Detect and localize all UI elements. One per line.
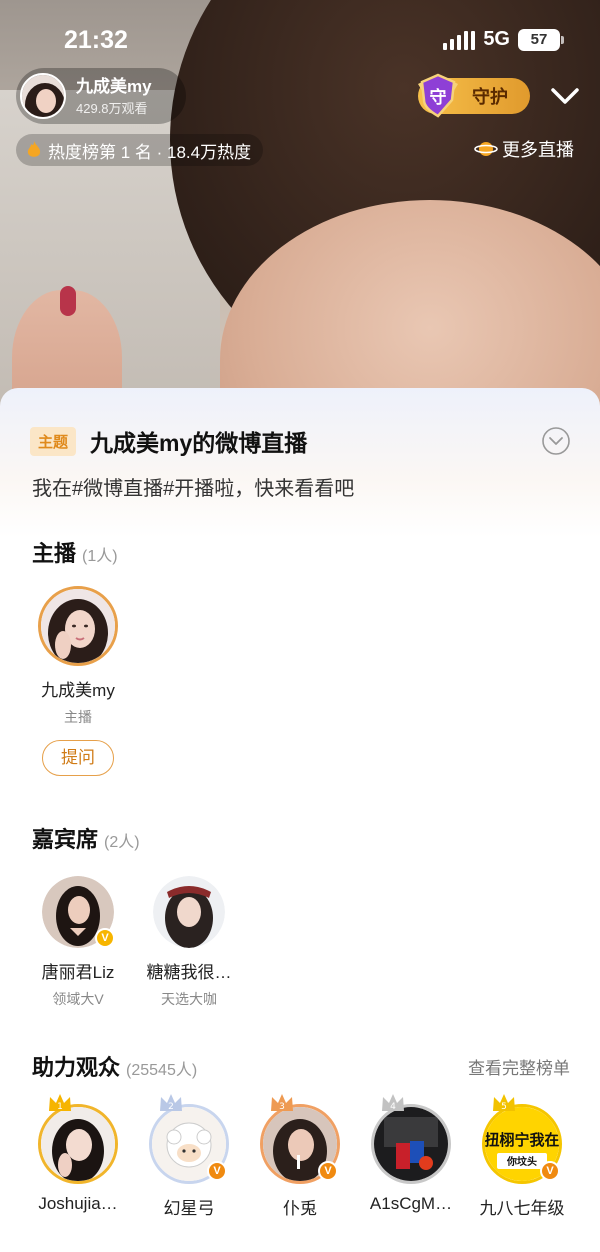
guest-name: 糖糖我很… [146, 963, 232, 982]
audience-avatar[interactable]: 1 [38, 1094, 118, 1184]
planet-icon [474, 142, 498, 156]
avatar-subtext: 你坟头 [506, 1155, 537, 1168]
guard-button[interactable]: 守 守护 [418, 73, 530, 118]
topic-row: 主题 九成美my的微博直播 [30, 424, 307, 458]
audience-avatar[interactable]: 3 V [260, 1094, 340, 1184]
host-section-title: 主播 (1人) [32, 541, 118, 566]
guest-sub: 领域大V [52, 991, 104, 1007]
audience-name: 幻星弓 [163, 1199, 215, 1218]
crown-bronze-icon: 3 [271, 1094, 293, 1112]
svg-text:5: 5 [501, 1102, 507, 1112]
crown-gold-icon: 1 [49, 1094, 71, 1112]
ask-question-button[interactable]: 提问 [42, 740, 114, 776]
guard-label: 守护 [472, 87, 508, 107]
verified-badge-icon: V [207, 1161, 227, 1181]
svg-text:1: 1 [57, 1102, 63, 1112]
audience-member[interactable]: 1 Joshujia… [18, 1094, 138, 1214]
guest-sub: 天选大咖 [161, 991, 217, 1007]
guest-name: 唐丽君Liz [41, 963, 115, 982]
battery-icon: 57 [518, 28, 564, 51]
audience-section-title: 助力观众 (25545人) [32, 1055, 198, 1080]
guest-avatar[interactable]: V [42, 876, 115, 948]
audience-name: Joshujia… [38, 1194, 118, 1213]
audience-avatar[interactable]: 4 [371, 1094, 451, 1184]
crown-silver-icon: 2 [160, 1094, 182, 1112]
hot-rank-pill[interactable]: 热度榜第 1 名 · 18.4万热度 [16, 134, 264, 166]
audience-member[interactable]: 扭栩宁我在 你坟头 5 V 九八七年级 [462, 1094, 582, 1219]
chevron-down-icon[interactable] [548, 82, 582, 110]
crown-yellow-icon: 5 [493, 1094, 515, 1112]
audience-member[interactable]: 2 V 幻星弓 [129, 1094, 249, 1219]
host-chip[interactable]: 九成美my 429.8万观看 [16, 68, 186, 124]
audience-member[interactable]: 3 V 仆兎 [240, 1094, 360, 1219]
svg-text:2: 2 [168, 1102, 174, 1112]
guest-section-title: 嘉宾席 (2人) [32, 827, 140, 852]
host-name: 九成美my [76, 76, 152, 96]
host-card-role: 主播 [64, 709, 92, 725]
topic-tag: 主题 [30, 426, 77, 456]
guest-count: (2人) [104, 834, 140, 851]
audience-count: (25545人) [126, 1062, 198, 1079]
guest-card[interactable]: V 唐丽君Liz 领域大V [18, 876, 138, 1009]
video-nail [60, 286, 76, 316]
host-card-name: 九成美my [41, 681, 115, 700]
topic-description: 我在#微博直播#开播啦，快来看看吧 [32, 478, 355, 500]
status-bar: 21:32 5G 57 [0, 0, 600, 70]
svg-text:3: 3 [279, 1102, 285, 1112]
audience-name: 仆兎 [283, 1199, 317, 1218]
status-indicators: 5G 57 [443, 28, 564, 51]
crown-grey-icon: 4 [382, 1094, 404, 1112]
avatar-text: 扭栩宁我在 [485, 1131, 559, 1149]
verified-badge-icon: V [318, 1161, 338, 1181]
host-count: (1人) [82, 548, 118, 565]
more-live-label: 更多直播 [502, 140, 574, 160]
audience-name: 九八七年级 [479, 1199, 565, 1218]
guard-shield-icon: 守 [418, 73, 458, 118]
network-label: 5G [483, 28, 510, 50]
flame-icon [27, 141, 41, 157]
signal-icon [443, 30, 476, 50]
host-card[interactable]: 九成美my 主播 [18, 586, 138, 727]
guest-avatar[interactable] [153, 876, 225, 948]
viewer-count: 429.8万观看 [76, 100, 148, 116]
audience-avatar[interactable]: 扭栩宁我在 你坟头 5 V [482, 1094, 562, 1184]
host-card-avatar[interactable] [38, 586, 118, 666]
full-ranking-link[interactable]: 查看完整榜单 [468, 1054, 570, 1079]
audience-avatar[interactable]: 2 V [149, 1094, 229, 1184]
more-live-link[interactable]: 更多直播 [474, 136, 574, 162]
verified-badge-icon: V [540, 1161, 560, 1181]
host-avatar[interactable] [20, 73, 66, 119]
status-time: 21:32 [64, 26, 128, 54]
topic-title: 九成美my的微博直播 [90, 430, 308, 456]
svg-text:4: 4 [390, 1102, 396, 1112]
verified-badge-icon: V [95, 928, 115, 948]
hot-rank-text: 热度榜第 1 名 · 18.4万热度 [48, 142, 252, 162]
collapse-chevron-icon[interactable] [541, 426, 571, 456]
audience-name: A1sCgM… [369, 1194, 453, 1213]
guard-badge-char: 守 [430, 87, 447, 108]
guest-card[interactable]: 糖糖我很… 天选大咖 [129, 876, 249, 1009]
live-info-sheet: 主题 九成美my的微博直播 我在#微博直播#开播啦，快来看看吧 主播 (1人) 九… [0, 388, 600, 1252]
audience-member[interactable]: 4 A1sCgM… [351, 1094, 471, 1214]
